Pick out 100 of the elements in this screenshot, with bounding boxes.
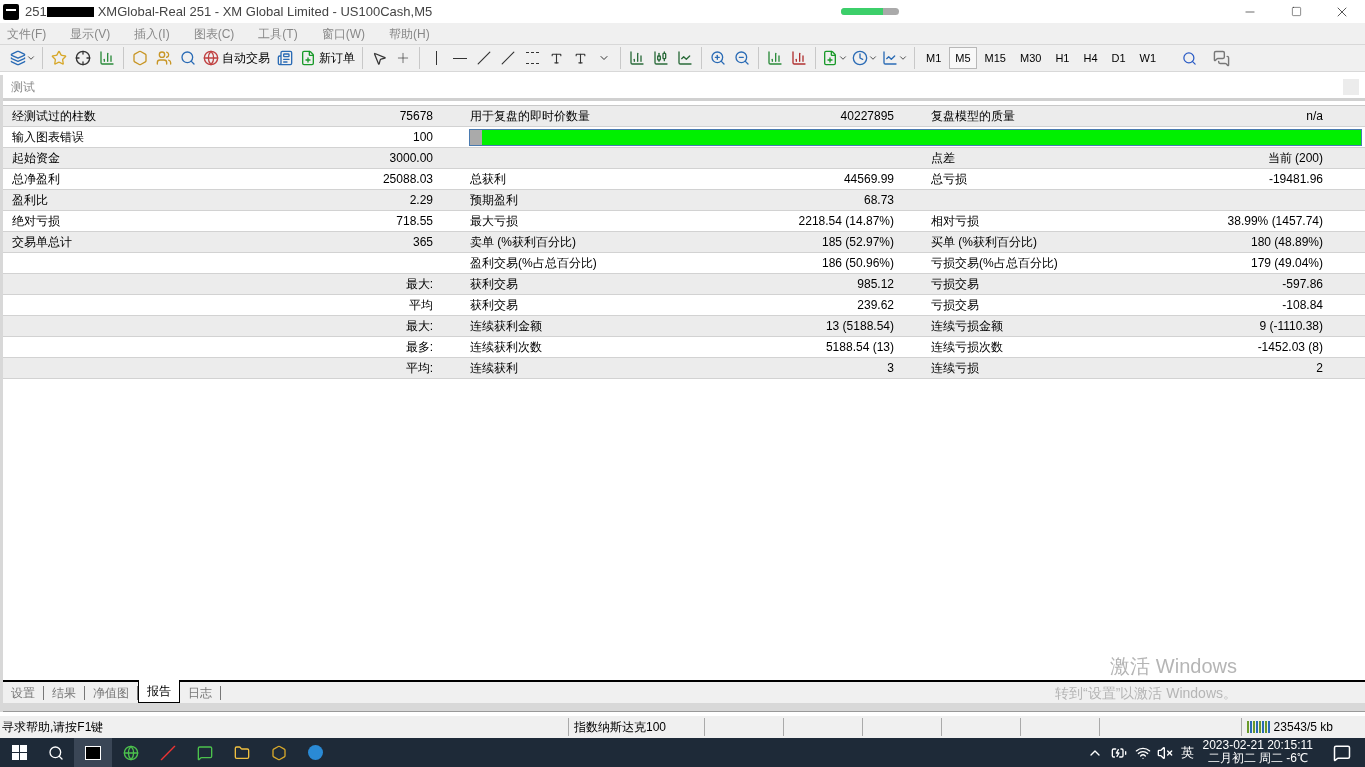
stat-label: 连续亏损金额 [931, 319, 1003, 333]
timeframe-button[interactable]: M5 [949, 47, 977, 69]
stat-value: 平均 [409, 298, 433, 312]
stat-value: 9 (-1110.38) [1259, 319, 1323, 333]
timeframe-button[interactable]: W1 [1133, 47, 1163, 69]
panel-title: 测试 [11, 78, 35, 96]
taskbar-app-icon[interactable] [74, 738, 112, 767]
stat-label: 亏损交易(%占总百分比) [931, 256, 1058, 270]
stat-label: 获利交易 [470, 298, 518, 312]
timeframe-button[interactable]: H1 [1049, 47, 1076, 69]
stat-label: 总获利 [470, 172, 506, 186]
redaction-bar [46, 6, 94, 17]
stat-label: 用于复盘的即时价数量 [470, 109, 590, 123]
stat-label: 连续亏损次数 [931, 340, 1003, 354]
activation-title: 激活 Windows [1110, 654, 1237, 678]
stat-label: 经测试过的柱数 [12, 109, 96, 123]
stat-value: 100 [412, 130, 433, 144]
stat-value: 68.73 [863, 193, 894, 207]
notification-icon[interactable] [1333, 743, 1351, 762]
stat-label: 连续获利 [470, 361, 518, 375]
globe-icon [203, 50, 219, 66]
timeframe-button[interactable]: M30 [1013, 47, 1048, 69]
clock-datetime[interactable]: 2023-02-21 20:15:11 [1202, 739, 1313, 752]
timeframe-button[interactable]: D1 [1105, 47, 1132, 69]
stat-value: 2.29 [409, 193, 433, 207]
stat-label: 盈利交易(%占总百分比) [470, 256, 597, 270]
stat-value: 365 [412, 235, 433, 249]
stat-value: 平均: [405, 361, 433, 375]
stat-value: 44569.99 [843, 172, 894, 186]
stat-label: 获利交易 [470, 277, 518, 291]
ime-indicator[interactable]: 英 [1181, 742, 1195, 763]
stat-label: 卖单 (%获利百分比) [470, 235, 576, 249]
stat-label: 亏损交易 [931, 277, 979, 291]
stat-value: 186 (50.96%) [821, 256, 894, 270]
stat-label: 输入图表错误 [12, 130, 84, 144]
status-help-text: 寻求帮助,请按F1键 [2, 719, 105, 736]
stat-value: -1452.03 (8) [1257, 340, 1323, 354]
stat-label: 预期盈利 [470, 193, 518, 207]
stat-value: 239.62 [857, 298, 894, 312]
stat-label: 起始资金 [12, 151, 60, 165]
stat-value: -597.86 [1282, 277, 1323, 291]
stat-label: 买单 (%获利百分比) [931, 235, 1037, 249]
stat-value: 985.12 [857, 277, 894, 291]
stat-label: 相对亏损 [931, 214, 979, 228]
volume-muted-icon[interactable] [1157, 744, 1174, 761]
stat-value: 13 (5188.54) [825, 319, 894, 333]
activation-subtitle: 转到“设置”以激活 Windows。 [1055, 684, 1237, 703]
stat-value: 当前 (200) [1267, 151, 1323, 165]
stat-value: 3000.00 [389, 151, 433, 165]
app-logo-icon [3, 3, 19, 20]
stat-label: 交易单总计 [12, 235, 72, 249]
stat-label: 连续获利金额 [470, 319, 542, 333]
tab[interactable]: 报告 [138, 680, 180, 703]
stat-value: 718.55 [396, 214, 433, 228]
stat-value: 40227895 [840, 109, 894, 123]
stat-label: 连续亏损 [931, 361, 979, 375]
stat-value: 5188.54 (13) [825, 340, 894, 354]
stat-value: 179 (49.04%) [1250, 256, 1323, 270]
stat-value: 25088.03 [382, 172, 433, 186]
tab[interactable]: 日志 [180, 682, 220, 703]
stat-label: 最大亏损 [470, 214, 518, 228]
status-traffic: 23543/5 kb [1273, 719, 1333, 736]
traffic-icon [1246, 721, 1270, 733]
progress-pill-icon [840, 8, 899, 15]
stat-value: -19481.96 [1268, 172, 1323, 186]
stat-value: 38.99% (1457.74) [1227, 214, 1323, 228]
timeframe-button[interactable]: H4 [1077, 47, 1104, 69]
restore-icon[interactable] [1290, 6, 1302, 17]
stat-value: 最大: [405, 277, 433, 291]
tab[interactable]: 结果 [44, 682, 84, 703]
timeframe-button[interactable]: M15 [978, 47, 1012, 69]
stat-label: 亏损交易 [931, 298, 979, 312]
stat-value: n/a [1306, 109, 1323, 123]
auto-trading-button[interactable]: 自动交易 [200, 46, 273, 70]
stat-value: 2 [1316, 361, 1323, 375]
document-plus-icon [300, 50, 316, 66]
stat-label: 复盘模型的质量 [931, 109, 1015, 123]
status-symbol: 指数纳斯达克100 [574, 719, 668, 736]
stat-value: 最大: [405, 319, 433, 333]
stat-value: -108.84 [1282, 298, 1323, 312]
stat-value: 3 [887, 361, 894, 375]
new-order-button[interactable]: 新订单 [297, 46, 358, 70]
stat-value: 2218.54 (14.87%) [798, 214, 894, 228]
window-title: 251 [25, 2, 47, 21]
stat-value: 最多: [405, 340, 433, 354]
stat-value: 180 (48.89%) [1250, 235, 1323, 249]
clock-date-info[interactable]: 二月初二 周二 -6℃ [1207, 752, 1308, 765]
stat-label: 绝对亏损 [12, 214, 60, 228]
stat-label: 盈利比 [12, 193, 48, 207]
search-icon[interactable] [48, 744, 64, 761]
stat-label: 总亏损 [931, 172, 967, 186]
window-title: XMGlobal-Real 251 - XM Global Limited - US100Cash,M5 [97, 2, 433, 21]
stat-label: 点差 [931, 151, 955, 165]
tab[interactable]: 净值图 [85, 682, 137, 703]
stat-value: 75678 [399, 109, 433, 123]
stat-value: 185 (52.97%) [821, 235, 894, 249]
tab[interactable]: 设置 [3, 682, 43, 703]
stat-label: 总净盈利 [12, 172, 60, 186]
timeframe-button[interactable]: M1 [920, 47, 948, 69]
stat-label: 连续获利次数 [470, 340, 542, 354]
